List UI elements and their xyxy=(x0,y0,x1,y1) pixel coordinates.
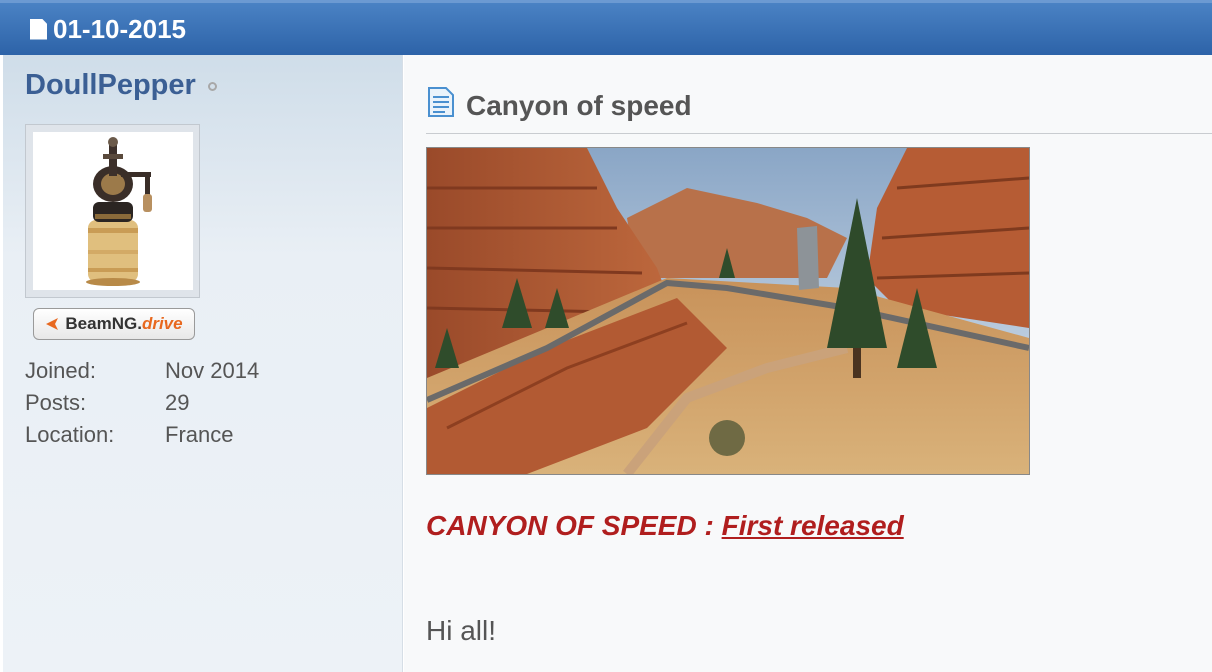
post-title: Canyon of speed xyxy=(466,90,692,121)
author-name-link[interactable]: DoullPepper xyxy=(25,69,196,102)
posts-value: 29 xyxy=(165,390,190,415)
first-released-link[interactable]: First released xyxy=(722,510,904,541)
canyon-screenshot[interactable] xyxy=(426,147,1030,475)
badge-product: drive xyxy=(141,314,183,333)
beamng-drive-badge[interactable]: BeamNG. drive xyxy=(33,308,195,340)
badge-brand: BeamNG. xyxy=(65,314,142,333)
avatar-frame[interactable] xyxy=(25,124,200,298)
beamng-logo-icon xyxy=(46,318,59,330)
post-greeting: Hi all! xyxy=(426,615,497,646)
joined-value: Nov 2014 xyxy=(165,358,260,383)
text-document-icon xyxy=(428,87,454,117)
avatar[interactable] xyxy=(33,132,193,290)
status-dot-icon xyxy=(208,82,217,91)
author-sidebar: DoullPepper BeamNG. drive Joined: Nov 20… xyxy=(3,55,403,672)
release-heading: CANYON OF SPEED : First released xyxy=(426,510,904,542)
post-content: Canyon of speed CANYON OF SPEED: First … xyxy=(404,55,1212,672)
joined-label: Joined: xyxy=(25,358,96,383)
post-date: 01-10-2015 xyxy=(53,13,186,44)
canyon-screenshot-image xyxy=(427,148,1029,474)
release-prefix: CANYON OF SPEED : xyxy=(426,510,714,541)
title-divider xyxy=(426,133,1212,134)
document-icon xyxy=(30,18,47,40)
posts-label: Posts: xyxy=(25,390,87,415)
post-header: 01-10-2015 xyxy=(0,0,1212,55)
pepper-mill-icon xyxy=(33,132,193,290)
location-value: France xyxy=(165,422,234,447)
location-label: Location: xyxy=(25,422,115,447)
